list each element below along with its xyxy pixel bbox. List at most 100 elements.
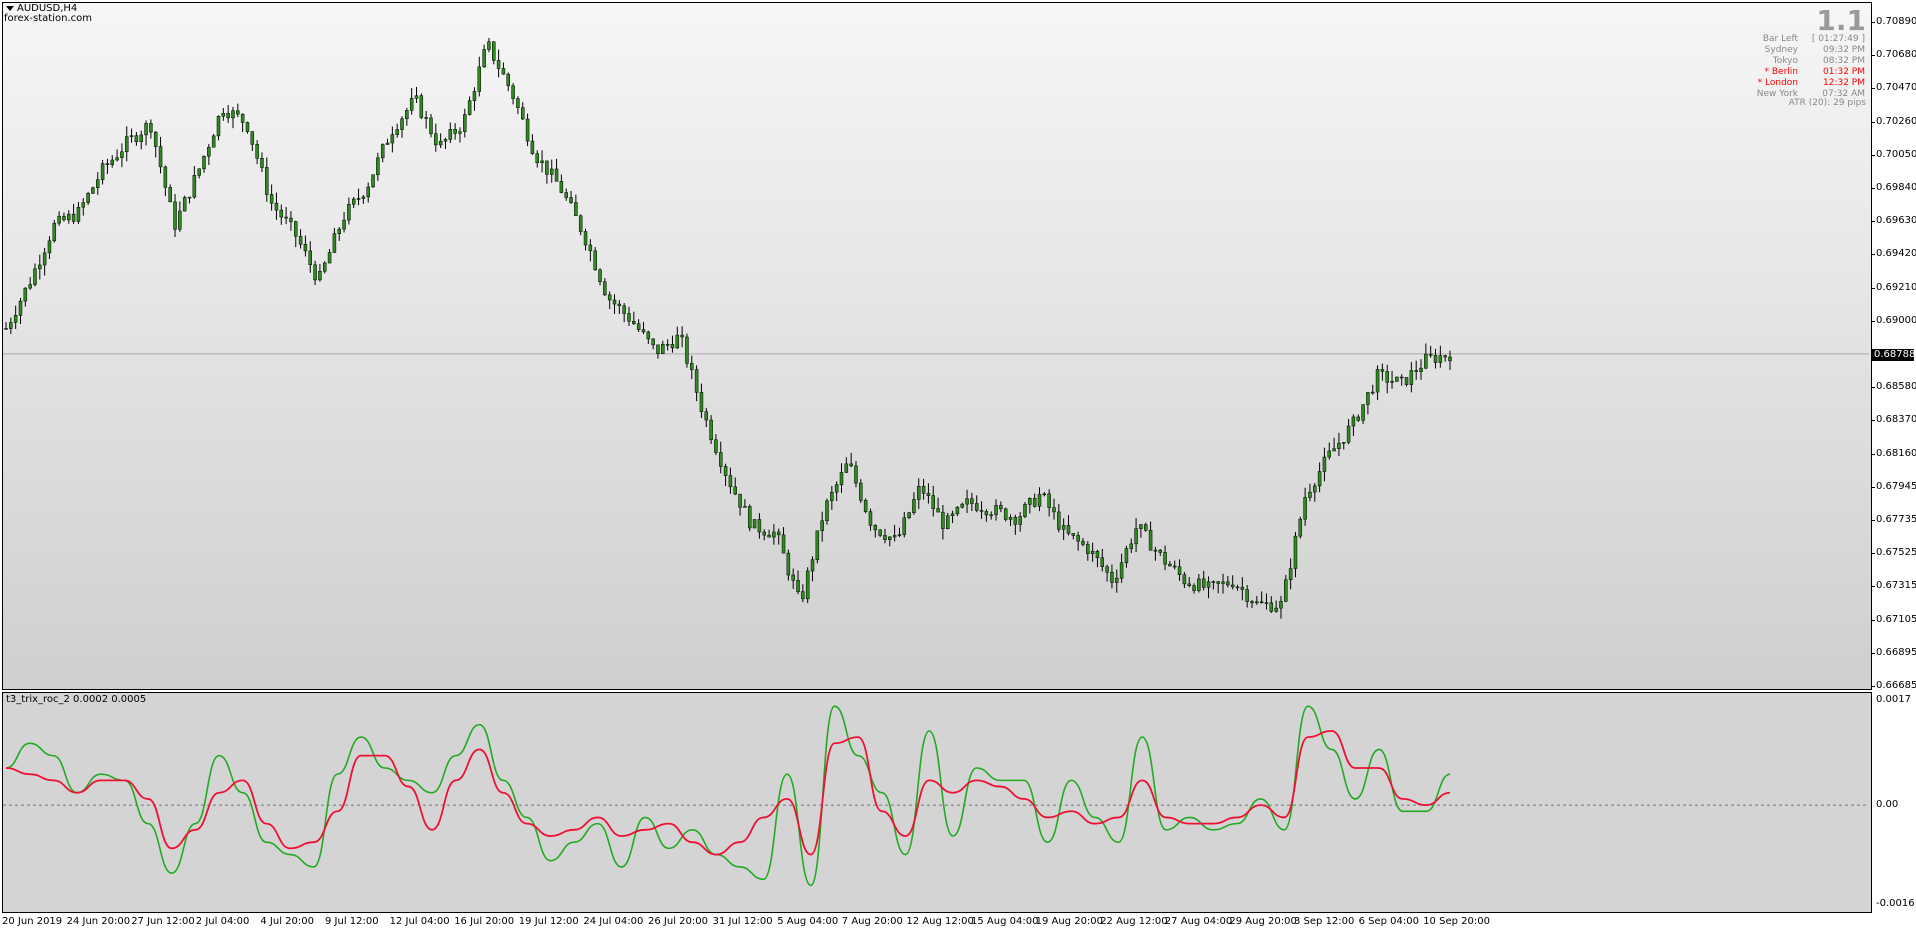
candle-body: [699, 392, 704, 412]
price-tick-label: 0.70050: [1876, 148, 1916, 160]
candle-body: [96, 179, 100, 188]
price-chart-canvas: [3, 37, 1869, 887]
candle-body: [965, 498, 969, 505]
candle-body: [1303, 497, 1307, 520]
candle-body: [607, 294, 612, 301]
candle-body: [1404, 377, 1409, 385]
candle-body: [1148, 530, 1153, 551]
candle-body: [342, 219, 346, 230]
candle-body: [598, 269, 602, 283]
candle-body: [1221, 581, 1225, 584]
candle-body: [627, 313, 631, 322]
price-tick-mark: [1871, 420, 1875, 422]
candle-body: [18, 300, 23, 316]
price-tick-mark: [1871, 619, 1875, 621]
candle-body: [1042, 493, 1047, 496]
candle-body: [371, 174, 375, 188]
candle-body: [274, 202, 279, 211]
price-tick-mark: [1871, 520, 1875, 521]
candle-body: [820, 520, 824, 532]
price-tick-mark: [1871, 254, 1875, 256]
candle-body: [569, 197, 573, 203]
candle-body: [487, 41, 491, 50]
price-tick-mark: [1871, 387, 1875, 389]
candle-body: [298, 236, 303, 245]
candle-body: [786, 552, 791, 576]
candle-body: [1095, 550, 1100, 559]
candle-body: [395, 129, 399, 135]
price-tick-mark: [1871, 22, 1875, 23]
candle-body: [1090, 550, 1095, 554]
candle-body: [202, 155, 206, 170]
candle-body: [714, 439, 718, 453]
candle-body: [772, 531, 776, 538]
candle-body: [226, 113, 230, 119]
candle-body: [144, 123, 148, 136]
candle-body: [250, 131, 255, 145]
candle-body: [255, 144, 259, 159]
candle-body: [849, 463, 853, 467]
candle-body: [1105, 566, 1109, 573]
candle-body: [9, 322, 13, 329]
candle-body: [574, 202, 578, 217]
candle-body: [1428, 353, 1433, 356]
candle-body: [762, 531, 766, 536]
candle-body: [989, 514, 993, 517]
price-tick-label: 0.70680: [1876, 49, 1916, 61]
candle-body: [294, 221, 298, 237]
candle-body: [419, 95, 424, 118]
candle-body: [675, 334, 680, 349]
triangle-down-icon[interactable]: [6, 5, 14, 11]
chart-window[interactable]: AUDUSD,H4 forex-station.com 1.1 Bar Left…: [0, 0, 1916, 933]
current-price-marker: 0.68788: [1872, 349, 1916, 361]
time-tick-label: 19 Aug 20:00: [1035, 916, 1104, 927]
candle-body: [1356, 416, 1360, 421]
candle-body: [752, 519, 757, 529]
candle-body: [1259, 601, 1264, 604]
candle-body: [463, 114, 467, 132]
candle-body: [723, 466, 728, 476]
candle-body: [1197, 578, 1201, 591]
candle-body: [207, 146, 211, 157]
candle-body: [390, 134, 395, 144]
candle-body: [931, 495, 936, 509]
candle-body: [1264, 602, 1269, 604]
candle-body: [91, 187, 95, 194]
time-tick-label: 3 Sep 12:00: [1294, 916, 1355, 927]
candle-body: [984, 511, 989, 516]
candle-body: [501, 68, 506, 75]
candle-body: [120, 151, 124, 158]
candle-body: [153, 131, 158, 147]
candle-body: [13, 315, 18, 323]
candle-body: [110, 159, 114, 165]
candle-body: [921, 485, 926, 494]
candle-body: [62, 215, 66, 221]
indicator-label[interactable]: t3_trix_roc_2 0.0002 0.0005: [6, 694, 146, 705]
candle-body: [530, 140, 535, 154]
candle-body: [129, 135, 134, 137]
candle-body: [1313, 485, 1317, 493]
candle-body: [1366, 392, 1370, 405]
session-label: Bar Left: [1762, 34, 1798, 44]
candle-body: [187, 196, 192, 199]
candle-body: [115, 157, 119, 161]
candle-body: [1419, 367, 1423, 372]
candle-body: [1346, 425, 1351, 443]
candle-body: [912, 499, 916, 513]
candle-body: [1037, 494, 1042, 507]
candle-body: [4, 328, 8, 330]
candle-body: [496, 60, 501, 69]
candle-body: [284, 216, 288, 219]
candle-body: [801, 591, 805, 600]
candle-body: [1182, 574, 1187, 585]
candle-body: [23, 287, 28, 302]
candle-body: [1284, 579, 1288, 602]
candle-body: [453, 129, 457, 134]
candle-body: [863, 500, 868, 512]
session-value: 08:32 PM: [1823, 56, 1865, 66]
price-tick-mark: [1871, 188, 1875, 189]
time-tick-label: 7 Aug 20:00: [841, 916, 903, 927]
candle-body: [424, 117, 428, 119]
candle-body: [1390, 381, 1394, 383]
candle-body: [979, 510, 984, 512]
